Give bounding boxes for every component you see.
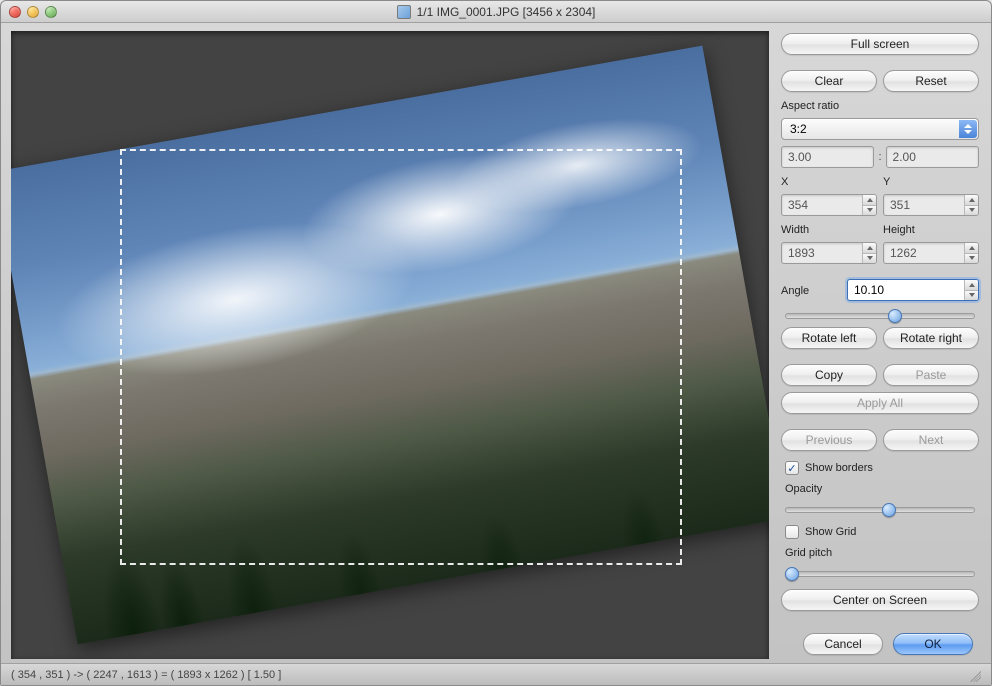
- aspect-height-field[interactable]: [886, 146, 979, 168]
- opacity-label: Opacity: [785, 483, 979, 495]
- rotate-left-button[interactable]: Rotate left: [781, 327, 877, 349]
- aspect-width-field[interactable]: [781, 146, 874, 168]
- aspect-height-input[interactable]: [887, 150, 978, 164]
- cancel-button[interactable]: Cancel: [803, 633, 883, 655]
- height-input[interactable]: [884, 246, 964, 260]
- titlebar[interactable]: 1/1 IMG_0001.JPG [3456 x 2304]: [1, 1, 991, 23]
- statusbar-text: ( 354 , 351 ) -> ( 2247 , 1613 ) = ( 189…: [11, 669, 281, 681]
- aspect-ratio-value: 3:2: [790, 122, 807, 136]
- height-stepper[interactable]: [964, 243, 978, 263]
- apply-all-button[interactable]: Apply All: [781, 392, 979, 414]
- show-grid-label: Show Grid: [805, 526, 856, 538]
- clear-button[interactable]: Clear: [781, 70, 877, 92]
- show-grid-checkbox[interactable]: [785, 525, 799, 539]
- height-label: Height: [883, 224, 979, 236]
- angle-slider[interactable]: [785, 313, 975, 319]
- opacity-slider[interactable]: [785, 507, 975, 513]
- show-borders-label: Show borders: [805, 462, 873, 474]
- y-label: Y: [883, 176, 979, 188]
- aspect-ratio-select[interactable]: 3:2: [781, 118, 979, 140]
- angle-label: Angle: [781, 285, 841, 297]
- grid-pitch-label: Grid pitch: [785, 547, 979, 559]
- crop-selection[interactable]: [120, 149, 682, 565]
- resize-grip-icon[interactable]: [967, 668, 981, 682]
- angle-slider-thumb[interactable]: [888, 309, 902, 323]
- height-field[interactable]: [883, 242, 979, 264]
- image-viewer[interactable]: [11, 31, 769, 659]
- aspect-width-input[interactable]: [782, 150, 873, 164]
- ok-button[interactable]: OK: [893, 633, 973, 655]
- controls-sidebar: Full screen Clear Reset Aspect ratio 3:2…: [773, 23, 991, 663]
- previous-button[interactable]: Previous: [781, 429, 877, 451]
- aspect-ratio-label: Aspect ratio: [781, 100, 979, 112]
- window-title-text: 1/1 IMG_0001.JPG [3456 x 2304]: [417, 5, 596, 19]
- select-arrows-icon: [959, 120, 977, 138]
- ratio-colon: :: [878, 151, 881, 163]
- copy-button[interactable]: Copy: [781, 364, 877, 386]
- x-label: X: [781, 176, 877, 188]
- app-window: 1/1 IMG_0001.JPG [3456 x 2304] Full scre…: [0, 0, 992, 686]
- content-area: Full screen Clear Reset Aspect ratio 3:2…: [1, 23, 991, 663]
- zoom-icon[interactable]: [45, 6, 57, 18]
- canvas: [30, 39, 750, 651]
- width-field[interactable]: [781, 242, 877, 264]
- statusbar: ( 354 , 351 ) -> ( 2247 , 1613 ) = ( 189…: [1, 663, 991, 685]
- width-input[interactable]: [782, 246, 862, 260]
- traffic-lights: [1, 6, 57, 18]
- angle-stepper[interactable]: [964, 280, 978, 300]
- show-borders-checkbox[interactable]: ✓: [785, 461, 799, 475]
- x-stepper[interactable]: [862, 195, 876, 215]
- center-on-screen-button[interactable]: Center on Screen: [781, 589, 979, 611]
- close-icon[interactable]: [9, 6, 21, 18]
- minimize-icon[interactable]: [27, 6, 39, 18]
- angle-field[interactable]: [847, 279, 979, 301]
- x-input[interactable]: [782, 198, 862, 212]
- angle-input[interactable]: [848, 283, 964, 297]
- x-field[interactable]: [781, 194, 877, 216]
- next-button[interactable]: Next: [883, 429, 979, 451]
- reset-button[interactable]: Reset: [883, 70, 979, 92]
- paste-button[interactable]: Paste: [883, 364, 979, 386]
- y-field[interactable]: [883, 194, 979, 216]
- y-stepper[interactable]: [964, 195, 978, 215]
- y-input[interactable]: [884, 198, 964, 212]
- rotate-right-button[interactable]: Rotate right: [883, 327, 979, 349]
- grid-pitch-slider[interactable]: [785, 571, 975, 577]
- grid-pitch-slider-thumb[interactable]: [785, 567, 799, 581]
- window-title: 1/1 IMG_0001.JPG [3456 x 2304]: [1, 5, 991, 19]
- width-stepper[interactable]: [862, 243, 876, 263]
- width-label: Width: [781, 224, 877, 236]
- full-screen-button[interactable]: Full screen: [781, 33, 979, 55]
- opacity-slider-thumb[interactable]: [882, 503, 896, 517]
- document-icon: [397, 5, 411, 19]
